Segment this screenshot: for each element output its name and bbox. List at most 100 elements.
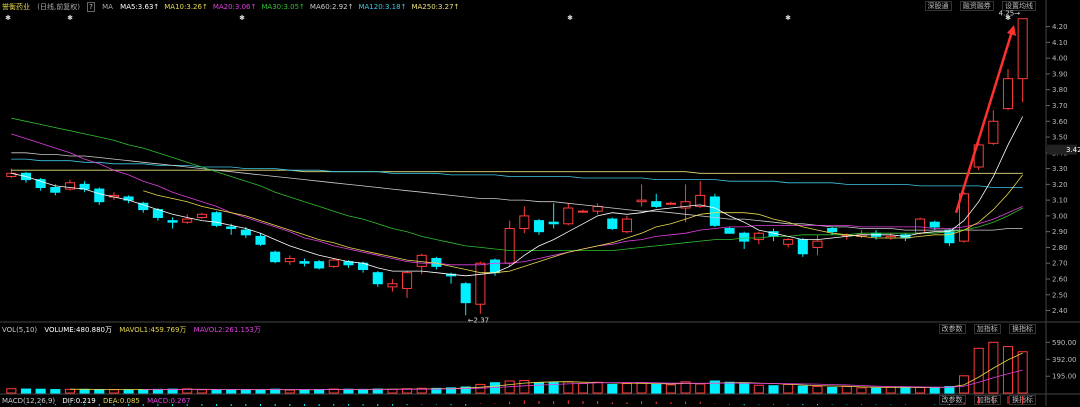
volume-bar: [929, 386, 940, 394]
candle-body: [709, 196, 720, 226]
event-marker-icon: ✱: [67, 14, 73, 22]
candle-body: [812, 240, 823, 248]
candle-body: [519, 215, 530, 230]
price-tick-label: 3.30: [1052, 165, 1068, 173]
volume-bar: [240, 389, 251, 394]
volume-bar: [636, 382, 647, 394]
volume-bar: [123, 389, 134, 394]
volume-bar: [621, 383, 632, 394]
candle-body: [504, 228, 515, 264]
volume-bar: [753, 384, 764, 394]
volume-bar: [973, 347, 984, 394]
volume-bar: [533, 382, 545, 394]
volume-bar: [1002, 346, 1014, 394]
candle-body: [636, 199, 647, 203]
volume-bar: [35, 388, 46, 394]
price-tick-label: 2.40: [1052, 307, 1068, 315]
volume-bar: [768, 385, 779, 394]
volume-bar: [226, 389, 237, 394]
price-tick-label: 3.00: [1052, 212, 1068, 220]
volume-bar: [387, 388, 398, 394]
candle-body: [753, 232, 764, 241]
candle-body: [563, 207, 574, 225]
price-chart[interactable]: 4.204.104.003.903.803.703.603.503.403.30…: [0, 0, 1080, 406]
volume-bar: [108, 389, 119, 394]
candle-body: [196, 213, 207, 218]
candle-body: [783, 239, 794, 245]
trend-arrow-head-icon: [1007, 25, 1017, 37]
volume-bar: [724, 381, 735, 394]
volume-bar: [665, 384, 676, 394]
volume-bar: [64, 388, 76, 394]
candle-body: [607, 218, 618, 230]
volume-tick-label: 392.00: [1052, 356, 1077, 364]
event-marker-icon: ✱: [239, 14, 245, 22]
candle-body: [724, 228, 735, 234]
candle-body: [651, 201, 662, 207]
candle-body: [226, 226, 237, 230]
candle-body: [182, 218, 193, 223]
candle-body: [621, 218, 632, 233]
ma20-line: [11, 133, 1023, 266]
volume-bar: [79, 388, 90, 394]
candle-body: [929, 221, 940, 228]
ma60-line: [11, 152, 1023, 231]
candle-body: [211, 212, 222, 226]
volume-bar: [900, 386, 911, 394]
candle-body: [665, 202, 676, 205]
volume-bar: [783, 383, 794, 394]
volume-bar: [812, 386, 823, 394]
volume-bar: [797, 385, 808, 394]
price-tick-label: 3.50: [1052, 134, 1068, 142]
price-tick-label: 4.20: [1052, 23, 1068, 31]
volume-bar: [988, 341, 999, 394]
candle-body: [270, 251, 281, 263]
mavol1-line: [69, 352, 1023, 391]
trend-arrow-icon: [954, 30, 1014, 214]
candle-body: [475, 262, 486, 305]
price-tick-label: 3.10: [1052, 197, 1068, 205]
candle-body: [299, 261, 310, 264]
volume-bar: [592, 381, 603, 394]
volume-bar: [841, 386, 852, 394]
ma250-line: [11, 169, 1023, 174]
price-tick-label: 3.20: [1052, 181, 1068, 189]
volume-bar: [358, 388, 369, 394]
candle-body: [548, 221, 559, 225]
candle-body: [988, 120, 999, 144]
volume-bar: [856, 387, 867, 394]
price-tick-label: 3.60: [1052, 118, 1068, 126]
volume-bar: [885, 386, 896, 394]
volume-bar: [827, 386, 838, 394]
candle-body: [739, 232, 750, 242]
volume-bar: [519, 380, 530, 394]
price-tick-label: 3.80: [1052, 86, 1068, 94]
candle-body: [416, 254, 427, 267]
low-price-label: ←2.37: [468, 316, 489, 324]
volume-bar: [475, 383, 486, 394]
volume-bar: [607, 383, 618, 394]
candle-body: [797, 239, 808, 255]
candle-body: [387, 283, 398, 288]
volume-bar: [871, 387, 882, 394]
volume-bar: [196, 389, 207, 394]
price-tick-label: 3.70: [1052, 102, 1068, 110]
price-tick-label: 2.50: [1052, 291, 1068, 299]
volume-bar: [50, 389, 61, 394]
candle-body: [372, 272, 383, 285]
volume-bar: [651, 383, 662, 394]
candle-body: [94, 188, 105, 203]
volume-bar: [255, 389, 266, 394]
candle-body: [240, 229, 251, 236]
volume-tick-label: 590.00: [1052, 339, 1077, 347]
volume-bar: [1017, 351, 1028, 394]
candle-body: [284, 257, 295, 263]
high-price-label: 4.25→: [999, 10, 1021, 18]
candle-body: [460, 283, 471, 304]
volume-bar: [20, 388, 32, 394]
volume-bar: [6, 388, 17, 394]
price-tick-label: 2.90: [1052, 228, 1068, 236]
volume-bar: [548, 381, 559, 394]
price-tick-label: 4.00: [1052, 55, 1068, 63]
candle-body: [915, 218, 926, 234]
